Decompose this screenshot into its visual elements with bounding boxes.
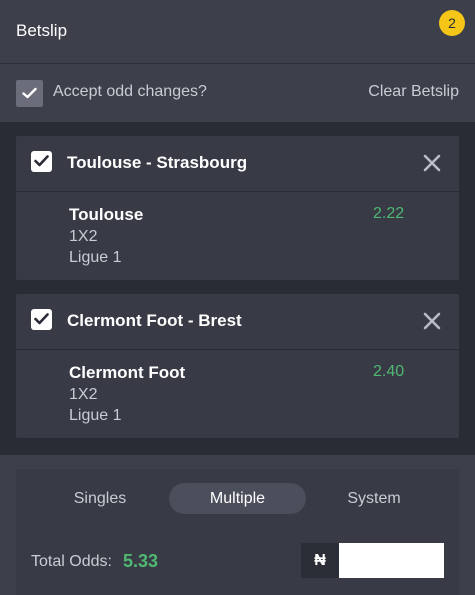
market-name: 1X2: [69, 386, 98, 403]
remove-bet-close-icon[interactable]: [422, 153, 442, 173]
bet-count-badge: 2: [439, 10, 465, 36]
selection-odds: 2.22: [373, 205, 405, 222]
bet-card-header: Toulouse - Strasbourg: [16, 136, 459, 192]
accept-odd-changes-checkbox[interactable]: [16, 80, 43, 107]
tab-singles[interactable]: Singles: [52, 483, 148, 514]
total-odds-label: Total Odds:: [31, 553, 112, 570]
remove-bet-close-icon[interactable]: [422, 311, 442, 331]
check-icon: [34, 313, 49, 325]
selection-name: Toulouse: [69, 205, 144, 224]
currency-symbol: ₦: [301, 543, 339, 578]
market-name: 1X2: [69, 228, 98, 245]
bet-card: Clermont Foot - Brest Clermont Foot 1X2 …: [16, 294, 459, 438]
check-icon: [34, 155, 49, 167]
event-name: Clermont Foot - Brest: [67, 311, 242, 330]
total-odds-row: Total Odds: 5.33 ₦: [16, 529, 459, 595]
options-bar: Accept odd changes? Clear Betslip: [0, 64, 475, 122]
check-icon: [22, 87, 37, 99]
tab-multiple[interactable]: Multiple: [169, 483, 306, 514]
bet-select-checkbox[interactable]: [31, 309, 52, 330]
bet-type-tabs: Singles Multiple System: [16, 469, 459, 529]
league-name: Ligue 1: [69, 407, 122, 424]
event-name: Toulouse - Strasbourg: [67, 153, 248, 172]
tab-system[interactable]: System: [328, 483, 420, 514]
total-odds-value: 5.33: [123, 551, 159, 571]
bet-select-checkbox[interactable]: [31, 151, 52, 172]
accept-odd-changes-label: Accept odd changes?: [53, 83, 207, 100]
selection-odds: 2.40: [373, 363, 405, 380]
league-name: Ligue 1: [69, 249, 122, 266]
selection-name: Clermont Foot: [69, 363, 186, 382]
stake-input[interactable]: [339, 543, 444, 578]
bet-card-header: Clermont Foot - Brest: [16, 294, 459, 350]
betslip-footer: Singles Multiple System Total Odds: 5.33…: [0, 455, 475, 595]
bet-card: Toulouse - Strasbourg Toulouse 1X2 Ligue…: [16, 136, 459, 280]
betslip-header: Betslip 2: [0, 0, 475, 64]
clear-betslip-link[interactable]: Clear Betslip: [368, 83, 459, 101]
betslip-title: Betslip: [16, 21, 68, 40]
